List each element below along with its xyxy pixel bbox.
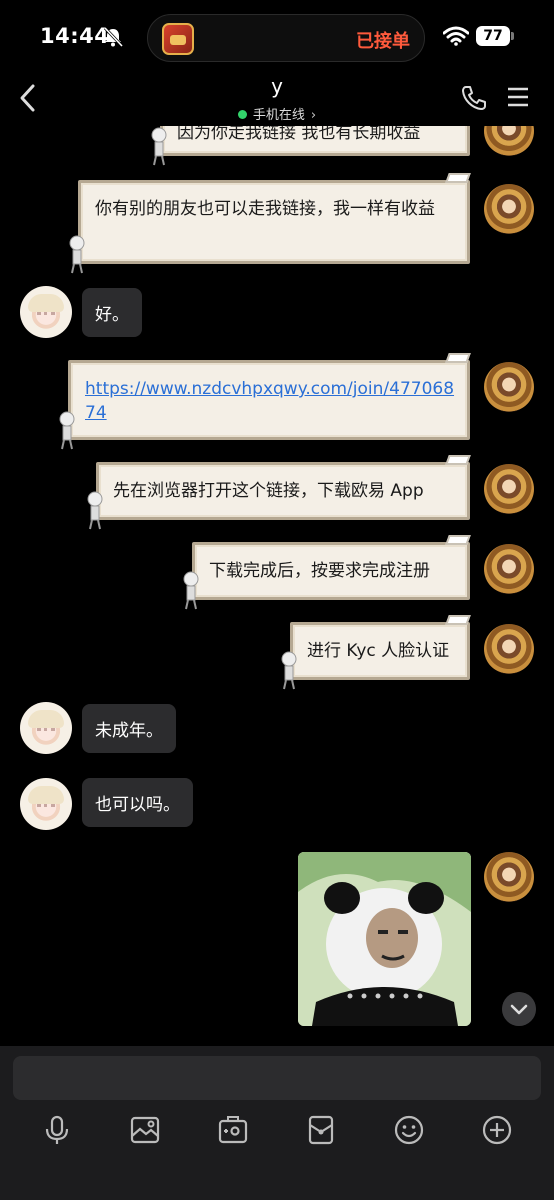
microphone-icon[interactable] — [41, 1114, 73, 1146]
dynamic-island[interactable]: 已接单 — [147, 14, 425, 62]
doll-decoration-icon — [183, 571, 199, 610]
doll-decoration-icon — [59, 411, 75, 450]
message-bubble[interactable]: https://www.nzdcvhpxqwy.com/join/4770687… — [59, 353, 471, 450]
wifi-icon — [443, 26, 469, 46]
message-bubble[interactable]: 也可以吗。 — [82, 778, 193, 827]
emoji-icon[interactable] — [393, 1114, 425, 1146]
message-bubble[interactable]: 你有别的朋友也可以走我链接，我一样有收益 — [69, 173, 471, 274]
bell-muted-icon — [103, 26, 124, 48]
contact-avatar[interactable] — [20, 778, 72, 830]
my-avatar[interactable] — [484, 624, 534, 674]
my-avatar[interactable] — [484, 184, 534, 234]
presence-label: 手机在线 — [252, 108, 305, 123]
doll-decoration-icon — [87, 491, 103, 530]
chevron-right-icon: › — [310, 108, 317, 123]
message-bubble[interactable]: 未成年。 — [82, 704, 176, 753]
composer — [0, 1046, 554, 1200]
menu-icon[interactable] — [506, 86, 530, 108]
plus-icon[interactable] — [481, 1114, 513, 1146]
doll-decoration-icon — [69, 235, 85, 274]
message-bubble[interactable]: 下载完成后，按要求完成注册 — [183, 535, 471, 610]
message-bubble[interactable]: 因为你走我链接 我也有长期收益 — [151, 126, 470, 166]
doll-decoration-icon — [281, 651, 297, 690]
red-packet-icon[interactable] — [305, 1114, 337, 1146]
phone-call-icon[interactable] — [460, 84, 488, 112]
scroll-to-bottom-icon[interactable] — [502, 992, 536, 1026]
panda-meme-sticker[interactable] — [298, 852, 471, 1026]
doll-decoration-icon — [151, 127, 167, 166]
my-avatar[interactable] — [484, 852, 534, 902]
chat-header: y 手机在线 › — [0, 72, 554, 126]
image-icon[interactable] — [129, 1114, 161, 1146]
message-text: 下载完成后，按要求完成注册 — [209, 561, 430, 581]
flag-decoration-icon — [445, 353, 471, 363]
flag-decoration-icon — [445, 455, 471, 465]
flag-decoration-icon — [445, 173, 471, 183]
message-bubble[interactable]: 好。 — [82, 288, 142, 337]
contact-avatar[interactable] — [20, 702, 72, 754]
battery-tip — [511, 32, 514, 40]
message-bubble[interactable]: 进行 Kyc 人脸认证 — [281, 615, 471, 690]
online-dot-icon — [237, 110, 247, 119]
message-text: 你有别的朋友也可以走我链接，我一样有收益 — [95, 199, 435, 219]
flag-decoration-icon — [445, 615, 471, 625]
status-bar: 14:44 已接单 77 — [0, 0, 554, 72]
message-text: 先在浏览器打开这个链接，下载欧易 App — [113, 481, 424, 501]
panda-face-icon — [298, 852, 471, 1026]
message-list[interactable]: 因为你走我链接 我也有长期收益 你有别的朋友也可以走我链接，我一样有收益 好。 … — [0, 126, 554, 1046]
my-avatar[interactable] — [484, 464, 534, 514]
food-app-icon — [162, 23, 194, 55]
my-avatar[interactable] — [484, 544, 534, 594]
my-avatar[interactable] — [484, 362, 534, 412]
status-time: 14:44 — [40, 24, 110, 48]
message-text: 进行 Kyc 人脸认证 — [307, 641, 450, 661]
battery-indicator: 77 — [476, 26, 510, 46]
message-bubble[interactable]: 先在浏览器打开这个链接，下载欧易 App — [87, 455, 471, 530]
message-text: 因为你走我链接 我也有长期收益 — [177, 126, 421, 143]
island-order-status: 已接单 — [356, 31, 410, 52]
flag-decoration-icon — [445, 535, 471, 545]
contact-avatar[interactable] — [20, 286, 72, 338]
my-avatar[interactable] — [484, 126, 534, 156]
camera-icon[interactable] — [217, 1114, 249, 1146]
message-link[interactable]: https://www.nzdcvhpxqwy.com/join/4770687… — [85, 379, 454, 423]
message-input[interactable] — [13, 1056, 541, 1100]
